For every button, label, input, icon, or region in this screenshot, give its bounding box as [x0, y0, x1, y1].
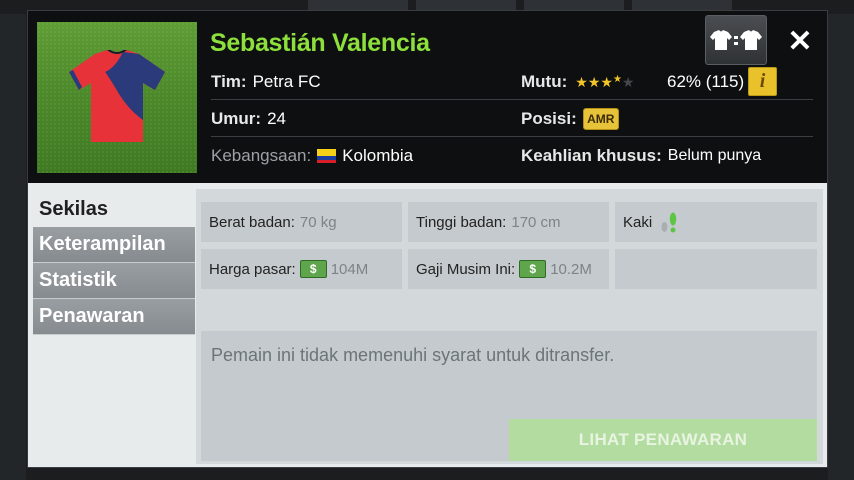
- tab-statistik[interactable]: Statistik: [33, 263, 195, 299]
- tab-sekilas[interactable]: Sekilas: [33, 191, 195, 227]
- age-value: 24: [267, 109, 286, 128]
- height-value: 170 cm: [511, 213, 561, 231]
- player-detail-modal: Sebastián Valencia Tim: Petra FC Mutu: ★…: [27, 10, 828, 468]
- foot-label: Kaki: [623, 213, 653, 231]
- half-star-icon: ★: [612, 74, 622, 85]
- tab-keterampilan[interactable]: Keterampilan: [33, 227, 195, 263]
- market-label: Harga pasar:: [209, 260, 296, 278]
- divider: [211, 136, 813, 137]
- specialty-label: Keahlian khusus:: [521, 146, 662, 165]
- overview-panel: Berat badan: 70 kg Tinggi badan: 170 cm …: [196, 189, 823, 464]
- specialty-row: Keahlian khusus: Belum punya: [521, 139, 761, 173]
- player-jersey-image: [37, 22, 197, 173]
- empty-star-icon: ★: [621, 74, 635, 90]
- info-icon[interactable]: i: [748, 67, 777, 96]
- quality-stars: ★ ★ ★ ★ ★: [575, 74, 635, 90]
- age-row: Umur: 24: [211, 102, 286, 136]
- weight-label: Berat badan:: [209, 213, 295, 231]
- jersey-icon: [69, 50, 165, 142]
- quality-value: 62% (115): [667, 65, 744, 99]
- money-icon: $: [519, 260, 547, 278]
- close-icon: ✕: [787, 24, 813, 58]
- team-row: Tim: Petra FC: [211, 65, 321, 99]
- market-value: 104M: [330, 260, 369, 278]
- wage-cell: Gaji Musim Ini: $ 10.2M: [408, 249, 609, 289]
- team-value: Petra FC: [252, 72, 321, 91]
- quality-row: Mutu: ★ ★ ★ ★ ★: [521, 65, 634, 99]
- jersey-compare-icon: [710, 30, 762, 50]
- star-icon: ★: [600, 74, 613, 90]
- nationality-label: Kebangsaan:: [211, 146, 312, 165]
- quality-percent: 62% (115): [667, 72, 745, 91]
- money-icon: $: [299, 260, 327, 278]
- star-icon: ★: [587, 74, 601, 90]
- market-value-cell: Harga pasar: $ 104M: [201, 249, 402, 289]
- height-cell: Tinggi badan: 170 cm: [408, 202, 609, 242]
- jersey-compare-button[interactable]: [705, 15, 767, 65]
- view-offers-button[interactable]: LIHAT PENAWARAN: [509, 419, 817, 461]
- specialty-value: Belum punya: [667, 147, 762, 164]
- weight-cell: Berat badan: 70 kg: [201, 202, 402, 242]
- tab-sidebar: Sekilas Keterampilan Statistik Penawaran: [33, 191, 195, 335]
- wage-label: Gaji Musim Ini:: [416, 260, 516, 278]
- empty-cell: [615, 249, 817, 289]
- nationality-value: Kolombia: [342, 146, 414, 165]
- transfer-message: Pemain ini tidak memenuhi syarat untuk d…: [211, 345, 615, 365]
- star-icon: ★: [575, 74, 588, 90]
- foot-cell: Kaki: [615, 202, 817, 242]
- weight-value: 70 kg: [299, 213, 337, 231]
- player-name: Sebastián Valencia: [210, 29, 430, 57]
- position-badge: AMR: [582, 108, 619, 130]
- position-row: Posisi: AMR: [521, 102, 619, 136]
- close-button[interactable]: ✕: [780, 21, 820, 61]
- wage-value: 10.2M: [550, 260, 592, 278]
- background-panel: [0, 14, 26, 480]
- background-panel: [828, 14, 854, 480]
- player-content: Sekilas Keterampilan Statistik Penawaran…: [28, 183, 827, 467]
- quality-label: Mutu:: [521, 72, 568, 91]
- transfer-message-box: Pemain ini tidak memenuhi syarat untuk d…: [201, 331, 817, 461]
- divider: [211, 99, 813, 100]
- height-label: Tinggi badan:: [416, 213, 507, 231]
- team-label: Tim:: [211, 72, 247, 91]
- age-label: Umur:: [211, 109, 262, 128]
- player-header: Sebastián Valencia Tim: Petra FC Mutu: ★…: [28, 11, 827, 183]
- tab-penawaran[interactable]: Penawaran: [33, 299, 195, 335]
- position-label: Posisi:: [521, 109, 577, 128]
- nationality-row: Kebangsaan: Kolombia: [211, 139, 413, 173]
- footprint-icon: [660, 210, 678, 234]
- colombia-flag-icon: [317, 149, 337, 163]
